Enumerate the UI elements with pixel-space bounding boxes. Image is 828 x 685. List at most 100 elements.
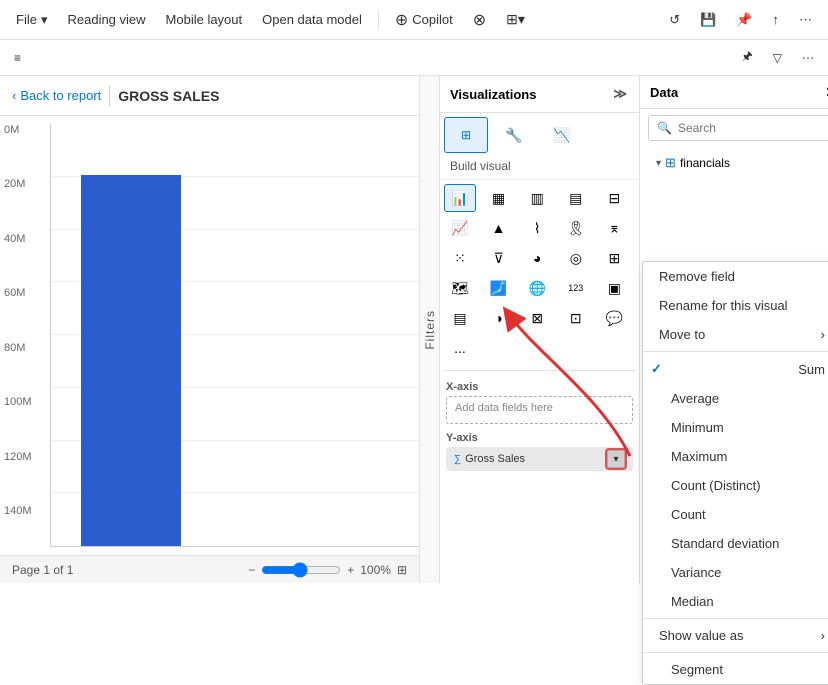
multirow-btn[interactable]: ▤ xyxy=(444,304,476,332)
clustered-col-icon: 📊 xyxy=(451,190,468,207)
stacked-bar-btn[interactable]: ⊟ xyxy=(598,184,630,212)
save-icon: 💾 xyxy=(700,12,716,28)
chart-area[interactable]: 140M 120M 100M 80M 60M 40M 20M 0M xyxy=(0,116,419,555)
kpi-btn[interactable]: 123 xyxy=(560,274,592,302)
line-btn[interactable]: 📈 xyxy=(444,214,476,242)
azure-map-btn[interactable]: 🌐 xyxy=(521,274,553,302)
grid-btn[interactable]: ⊞▾ xyxy=(498,7,533,32)
zoom-slider[interactable] xyxy=(261,562,341,578)
analytics-btn[interactable]: 📉 xyxy=(540,117,584,153)
stacked-col-btn[interactable]: ▦ xyxy=(483,184,515,212)
zoom-label: 100% xyxy=(360,563,391,577)
field-wells: X-axis Add data fields here Y-axis ∑ Gro… xyxy=(440,375,639,477)
median-item[interactable]: Median xyxy=(643,587,828,616)
filter-btn[interactable]: ▽ xyxy=(767,49,788,67)
analytics-icon: 📉 xyxy=(553,127,570,144)
grid-icon: ⊞▾ xyxy=(506,11,525,28)
yaxis-chip[interactable]: ∑ Gross Sales ▾ xyxy=(446,447,633,471)
map-btn[interactable]: 🗺 xyxy=(444,274,476,302)
scatter-btn[interactable]: ⁙ xyxy=(444,244,476,272)
xaxis-placeholder: Add data fields here xyxy=(455,402,553,414)
funnel-btn[interactable]: ⊽ xyxy=(483,244,515,272)
std-dev-item[interactable]: Standard deviation xyxy=(643,529,828,558)
more-btn[interactable]: ⋯ xyxy=(791,8,820,32)
waterfall-btn[interactable]: ⌆ xyxy=(598,214,630,242)
maximum-item[interactable]: Maximum xyxy=(643,442,828,471)
more2-btn[interactable]: ⋯ xyxy=(796,49,820,67)
filters-label: Filters xyxy=(423,310,437,350)
binoculars-btn[interactable]: ⊗ xyxy=(465,6,494,34)
viz-expand-icon[interactable]: ≫ xyxy=(611,84,629,104)
xaxis-field-box[interactable]: Add data fields here xyxy=(446,396,633,424)
card-btn[interactable]: ▣ xyxy=(598,274,630,302)
open-data-model-btn[interactable]: Open data model xyxy=(254,8,370,31)
minimum-item[interactable]: Minimum xyxy=(643,413,828,442)
average-label: Average xyxy=(671,391,719,406)
treemap-btn[interactable]: ⊞ xyxy=(598,244,630,272)
move-to-item[interactable]: Move to › xyxy=(643,320,828,349)
reading-view-label: Reading view xyxy=(67,12,145,27)
search-input[interactable] xyxy=(678,121,828,135)
save-btn[interactable]: 💾 xyxy=(692,8,724,32)
build-visual-btn[interactable]: ⊞ xyxy=(444,117,488,153)
waterfall-icon2: ⌆ xyxy=(609,220,621,237)
pie-btn[interactable]: ◕ xyxy=(521,244,553,272)
clustered-column-btn[interactable]: 📊 xyxy=(444,184,476,212)
share-btn[interactable]: ↑ xyxy=(765,8,788,31)
remove-field-item[interactable]: Remove field xyxy=(643,262,828,291)
area-icon2: ▲ xyxy=(492,220,506,236)
filled-map-btn[interactable]: 🗾 xyxy=(483,274,515,302)
line-bar-btn[interactable]: ⌇ xyxy=(521,214,553,242)
area-btn[interactable]: ▲ xyxy=(483,214,515,242)
yaxis-field-label: Gross Sales xyxy=(465,453,525,465)
ribbon-btn[interactable]: 🎗 xyxy=(560,214,592,242)
financials-row[interactable]: ▾ ⊞ financials xyxy=(648,151,828,175)
filters-panel[interactable]: Filters xyxy=(420,76,440,583)
pin2-btn[interactable]: 🖈 xyxy=(736,45,759,70)
refresh-btn[interactable]: ↺ xyxy=(661,8,688,32)
hamburger-btn[interactable]: ≡ xyxy=(8,49,27,67)
viz-panel-header: Visualizations ≫ xyxy=(440,76,639,113)
viz-panel-icons: ≫ xyxy=(611,84,629,104)
rename-item[interactable]: Rename for this visual xyxy=(643,291,828,320)
line-bar-icon: ⌇ xyxy=(534,220,541,237)
back-to-report-btn[interactable]: ‹ Back to report xyxy=(12,88,101,103)
segment-item[interactable]: Segment xyxy=(643,655,828,684)
kpi-icon2: 123 xyxy=(568,283,583,293)
more-visuals-btn[interactable]: ... xyxy=(444,334,476,362)
sum-item[interactable]: ✓ Sum xyxy=(643,354,828,384)
file-menu[interactable]: File ▾ xyxy=(8,8,55,32)
slicer-btn[interactable]: ⊡ xyxy=(560,304,592,332)
std-dev-label: Standard deviation xyxy=(671,536,779,551)
rename-label: Rename for this visual xyxy=(659,298,788,313)
average-item[interactable]: Average xyxy=(643,384,828,413)
plus-zoom-icon[interactable]: + xyxy=(347,563,354,577)
back-label: Back to report xyxy=(20,88,101,103)
funnel-icon2: ⊽ xyxy=(493,250,503,267)
count-item[interactable]: Count xyxy=(643,500,828,529)
matrix-btn[interactable]: ⊠ xyxy=(521,304,553,332)
qa-btn[interactable]: 💬 xyxy=(598,304,630,332)
gross-sales-bar[interactable] xyxy=(81,175,181,546)
search-box: 🔍 xyxy=(648,115,828,141)
yaxis-dropdown-btn[interactable]: ▾ xyxy=(607,450,625,468)
bar-chart-container xyxy=(51,124,419,546)
show-value-item[interactable]: Show value as › xyxy=(643,621,828,650)
menu-sep3 xyxy=(643,652,828,653)
separator1 xyxy=(378,10,379,30)
format-icon: 🔧 xyxy=(505,127,522,144)
stacked100-col-btn[interactable]: ▥ xyxy=(521,184,553,212)
format-visual-btn[interactable]: 🔧 xyxy=(492,117,536,153)
mobile-layout-btn[interactable]: Mobile layout xyxy=(158,8,251,31)
donut-btn[interactable]: ◎ xyxy=(560,244,592,272)
minus-zoom-icon[interactable]: − xyxy=(248,563,255,577)
count-distinct-item[interactable]: Count (Distinct) xyxy=(643,471,828,500)
clustered-bar-btn[interactable]: ▤ xyxy=(560,184,592,212)
gauge-btn[interactable]: ◑ xyxy=(483,304,515,332)
data-panel: Data ≫ 🔍 ▾ ⊞ financials Remove field Ren… xyxy=(640,76,828,583)
pin-btn[interactable]: 📌 xyxy=(728,8,760,32)
copilot-btn[interactable]: ⊕ Copilot xyxy=(387,6,461,34)
fit-icon[interactable]: ⊞ xyxy=(397,563,407,577)
reading-view-btn[interactable]: Reading view xyxy=(59,8,153,31)
azure-map-icon2: 🌐 xyxy=(528,280,545,297)
